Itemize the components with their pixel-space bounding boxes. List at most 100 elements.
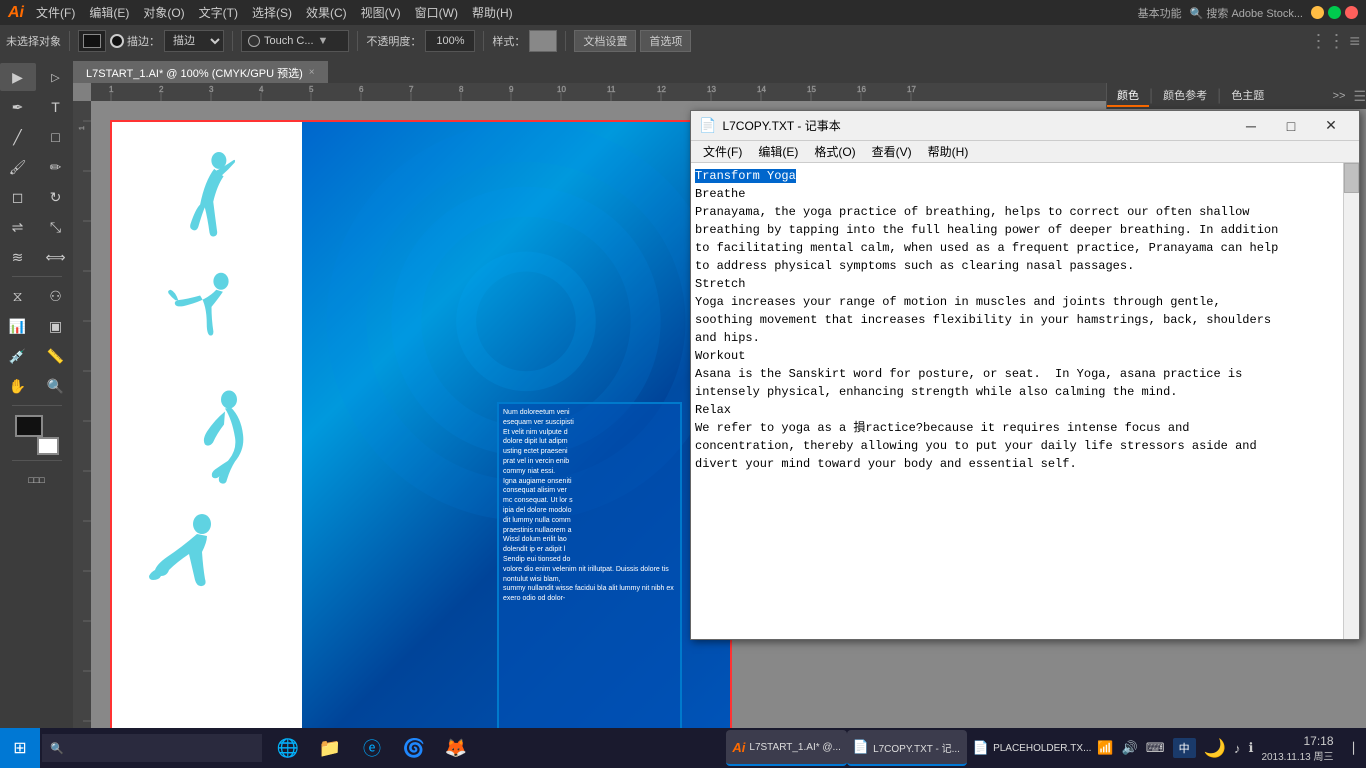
document-tab[interactable]: L7START_1.AI* @ 100% (CMYK/GPU 预选) ×	[73, 61, 328, 83]
type-tool[interactable]: T	[38, 93, 74, 121]
toolbar-sep-1	[69, 31, 70, 51]
menu-object[interactable]: 对象(O)	[143, 4, 184, 21]
hand-tool[interactable]: ✋	[0, 372, 36, 400]
menu-window[interactable]: 窗口(W)	[415, 4, 458, 21]
taskbar-search[interactable]: 🔍	[42, 734, 262, 762]
svg-text:3: 3	[209, 85, 214, 94]
notepad-scrollbar[interactable]	[1343, 163, 1359, 639]
taskbar-ai-app[interactable]: Ai L7START_1.AI* @...	[726, 730, 846, 766]
blend-tool[interactable]: ⧖	[0, 282, 36, 310]
tool-row-paint: 🖌 ✏	[0, 153, 73, 181]
input-icon[interactable]: ⌨	[1146, 740, 1165, 756]
menu-help[interactable]: 帮助(H)	[472, 4, 513, 21]
notepad-menu-edit[interactable]: 编辑(E)	[750, 141, 806, 162]
color-tab[interactable]: 颜色	[1107, 85, 1149, 107]
eraser-tool[interactable]: ◻	[0, 183, 36, 211]
background-color[interactable]	[37, 437, 59, 455]
taskbar-edge-icon[interactable]: ⓔ	[352, 730, 392, 766]
notepad-menu-view[interactable]: 查看(V)	[864, 141, 920, 162]
taskbar-firefox-icon[interactable]: 🦊	[436, 730, 476, 766]
scrollbar-thumb[interactable]	[1344, 163, 1359, 193]
measure-tool[interactable]: 📏	[38, 342, 74, 370]
notepad-taskbar-label: L7COPY.TXT - 记...	[873, 740, 960, 755]
menu-effect[interactable]: 效果(C)	[306, 4, 347, 21]
notepad-content[interactable]: Transform Yoga Breathe Pranayama, the yo…	[691, 163, 1359, 639]
width-tool[interactable]: ⟺	[38, 243, 74, 271]
taskbar-ie-icon[interactable]: 🌐	[268, 730, 308, 766]
taskbar-placeholder-app[interactable]: 📄 PLACEHOLDER.TX...	[967, 730, 1098, 766]
menu-edit[interactable]: 编辑(E)	[89, 4, 129, 21]
top-right-tools: 基本功能 🔍 搜索 Adobe Stock...	[1138, 5, 1358, 21]
normal-screen-btn[interactable]: □□□	[19, 466, 55, 494]
ime-indicator[interactable]: 中	[1173, 738, 1196, 758]
menu-select[interactable]: 选择(S)	[252, 4, 292, 21]
stroke-dot	[110, 34, 124, 48]
color-ref-tab[interactable]: 颜色参考	[1153, 85, 1217, 107]
foreground-color[interactable]	[15, 415, 43, 437]
notepad-minimize-btn[interactable]: ─	[1231, 111, 1271, 141]
ai-logo: Ai	[8, 4, 24, 22]
stroke-width-select[interactable]: 描边	[164, 30, 224, 52]
toolbar-sep-2	[232, 31, 233, 51]
menu-text[interactable]: 文字(T)	[199, 4, 238, 21]
select-tool[interactable]: ▶	[0, 63, 36, 91]
rect-tool[interactable]: □	[38, 123, 74, 151]
color-theme-tab[interactable]: 色主题	[1221, 85, 1274, 107]
toolbar-sep-4	[483, 31, 484, 51]
direct-select-tool[interactable]: ▷	[38, 63, 74, 91]
tool-row-pen: ✒ T	[0, 93, 73, 121]
tab-close-btn[interactable]: ×	[309, 67, 315, 78]
minimize-button[interactable]	[1311, 6, 1324, 19]
zoom-tool[interactable]: 🔍	[38, 372, 74, 400]
taskbar-pinned-items: 🌐 📁 ⓔ 🌀 🦊	[264, 730, 726, 766]
arrange-icon[interactable]: ⋮⋮	[1309, 31, 1345, 52]
sound-icon[interactable]: 🔊	[1122, 740, 1138, 756]
column-graph-tool[interactable]: 📊	[0, 312, 36, 340]
eyedropper-tool[interactable]: 💉	[0, 342, 36, 370]
style-swatch[interactable]	[529, 30, 557, 52]
paintbrush-tool[interactable]: 🖌	[0, 153, 36, 181]
artboard-tool[interactable]: ▣	[38, 312, 74, 340]
stroke-label: 描边：	[127, 33, 160, 49]
ruler-left: 1	[73, 101, 91, 738]
notepad-menu-help[interactable]: 帮助(H)	[920, 141, 977, 162]
taskbar-explorer-icon[interactable]: 📁	[310, 730, 350, 766]
line-tool[interactable]: ╱	[0, 123, 36, 151]
notepad-close-btn[interactable]: ✕	[1311, 111, 1351, 141]
notepad-restore-btn[interactable]: □	[1271, 111, 1311, 141]
scale-tool[interactable]: ⤡	[38, 213, 74, 241]
close-button[interactable]	[1345, 6, 1358, 19]
rotate-tool[interactable]: ↻	[38, 183, 74, 211]
svg-text:5: 5	[309, 85, 314, 94]
touch-dropdown[interactable]: Touch C... ▼	[241, 30, 349, 52]
taskbar-clock[interactable]: 17:18 2013.11.13 周三	[1261, 734, 1333, 763]
panel-toggle-icon[interactable]: ≡	[1349, 31, 1360, 52]
start-button[interactable]: ⊞	[0, 728, 40, 768]
tab-bar: L7START_1.AI* @ 100% (CMYK/GPU 预选) ×	[73, 57, 1366, 83]
doc-settings-button[interactable]: 文档设置	[574, 30, 636, 52]
opacity-label: 不透明度：	[366, 33, 421, 49]
taskbar-notepad-app[interactable]: 📄 L7COPY.TXT - 记...	[847, 730, 967, 766]
menu-view[interactable]: 视图(V)	[361, 4, 401, 21]
preferences-button[interactable]: 首选项	[640, 30, 691, 52]
reflect-tool[interactable]: ⇌	[0, 213, 36, 241]
network-icon[interactable]: 📶	[1097, 740, 1113, 756]
stroke-color-box[interactable]	[78, 30, 106, 52]
menu-file[interactable]: 文件(F)	[36, 4, 75, 21]
notepad-menu-format[interactable]: 格式(O)	[806, 141, 863, 162]
sysinfo-icon[interactable]: ℹ	[1248, 740, 1253, 756]
pencil-tool[interactable]: ✏	[38, 153, 74, 181]
search-stock-label[interactable]: 🔍 搜索 Adobe Stock...	[1190, 5, 1303, 21]
show-desktop-btn[interactable]: ▕	[1342, 742, 1358, 755]
panel-menu-icon[interactable]: ☰	[1353, 88, 1366, 105]
maximize-button[interactable]	[1328, 6, 1341, 19]
warp-tool[interactable]: ≋	[0, 243, 36, 271]
tool-row-select: ▶ ▷	[0, 63, 73, 91]
notepad-menu-file[interactable]: 文件(F)	[695, 141, 750, 162]
panel-expand-btn[interactable]: >>	[1327, 90, 1352, 102]
taskbar-app4-icon[interactable]: 🌀	[394, 730, 434, 766]
pen-tool[interactable]: ✒	[0, 93, 36, 121]
opacity-input[interactable]	[425, 30, 475, 52]
symbol-tool[interactable]: ⚇	[38, 282, 74, 310]
placeholder-taskbar-label: PLACEHOLDER.TX...	[993, 743, 1091, 754]
